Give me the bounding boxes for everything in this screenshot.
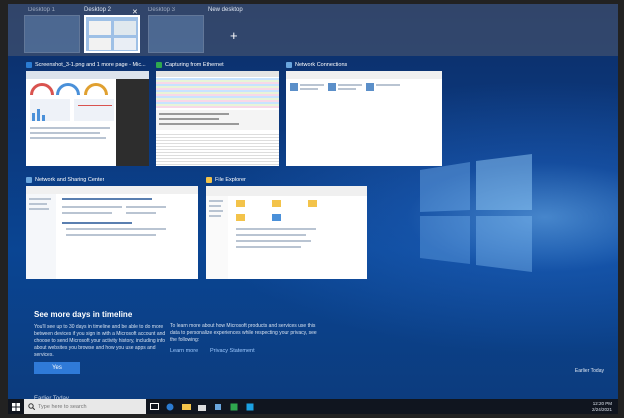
add-desktop-icon[interactable]: + <box>230 28 238 43</box>
edge-icon <box>26 62 32 68</box>
network-sharing-icon <box>26 177 32 183</box>
desktop-1-label[interactable]: Desktop 1 <box>28 7 55 13</box>
timeline-description: You'll see up to 30 days in timeline and… <box>34 324 166 358</box>
desktop-2-label[interactable]: Desktop 2 <box>84 7 111 13</box>
wireshark-taskbar-icon[interactable] <box>226 399 242 414</box>
timeline-privacy-text: To learn more about how Microsoft produc… <box>170 323 317 343</box>
new-desktop-label[interactable]: New desktop <box>208 7 243 13</box>
search-icon <box>28 403 35 410</box>
timeline-yes-button[interactable]: Yes <box>34 362 80 374</box>
store-taskbar-icon[interactable] <box>194 399 210 414</box>
learn-more-link[interactable]: Learn more <box>170 348 198 354</box>
window-preview <box>26 71 149 166</box>
window-thumbnail-file-explorer[interactable]: File Explorer <box>206 175 367 279</box>
window-thumbnail-network-sharing-center[interactable]: Network and Sharing Center <box>26 175 198 279</box>
window-thumbnail-browser[interactable]: Screenshot_3-1.png and 1 more page - Mic… <box>26 60 149 166</box>
window-header: Capturing from Ethernet <box>156 60 279 70</box>
file-explorer-taskbar-icon[interactable] <box>178 399 194 414</box>
window-preview <box>26 186 198 279</box>
system-clock[interactable]: 12:20 PM 2/24/2021 <box>592 401 618 413</box>
window-title: Screenshot_3-1.png and 1 more page - Mic… <box>35 62 146 68</box>
windows-logo-wallpaper <box>420 154 532 272</box>
network-taskbar-icon[interactable] <box>210 399 226 414</box>
start-button[interactable] <box>8 399 24 414</box>
app-taskbar-icon[interactable] <box>242 399 258 414</box>
desktop-3-thumbnail[interactable] <box>148 15 204 53</box>
window-header: Screenshot_3-1.png and 1 more page - Mic… <box>26 60 149 70</box>
taskbar: 12:20 PM 2/24/2021 <box>8 399 618 414</box>
window-header: File Explorer <box>206 175 367 185</box>
earlier-today-marker: Earlier Today <box>574 368 604 374</box>
windows-start-icon <box>12 402 20 411</box>
virtual-desktops-bar: Desktop 1 Desktop 2 ✕ Desktop 3 New desk… <box>8 4 618 56</box>
clock-date: 2/24/2021 <box>591 406 612 412</box>
window-header: Network and Sharing Center <box>26 175 198 185</box>
taskbar-search-box[interactable] <box>24 399 146 414</box>
search-input[interactable] <box>38 403 138 410</box>
privacy-statement-link[interactable]: Privacy Statement <box>210 348 255 354</box>
task-view-icon[interactable] <box>146 399 162 414</box>
window-preview <box>156 71 279 166</box>
window-preview <box>286 71 442 166</box>
window-title: File Explorer <box>215 177 246 183</box>
desktop-2-thumbnail[interactable] <box>84 15 140 53</box>
window-title: Capturing from Ethernet <box>165 62 224 68</box>
desktop-1-thumbnail[interactable] <box>24 15 80 53</box>
network-connections-icon <box>286 62 292 68</box>
wireshark-icon <box>156 62 162 68</box>
timeline-heading: See more days in timeline <box>34 310 133 319</box>
edge-taskbar-icon[interactable] <box>162 399 178 414</box>
task-view-screen: Desktop 1 Desktop 2 ✕ Desktop 3 New desk… <box>8 4 618 414</box>
window-title: Network Connections <box>295 62 348 68</box>
window-thumbnail-network-connections[interactable]: Network Connections <box>286 60 442 166</box>
window-thumbnail-wireshark[interactable]: Capturing from Ethernet <box>156 60 279 166</box>
desktop-3-label[interactable]: Desktop 3 <box>148 7 175 13</box>
folder-icon <box>206 177 212 183</box>
window-preview <box>206 186 367 279</box>
window-header: Network Connections <box>286 60 442 70</box>
window-title: Network and Sharing Center <box>35 177 105 183</box>
